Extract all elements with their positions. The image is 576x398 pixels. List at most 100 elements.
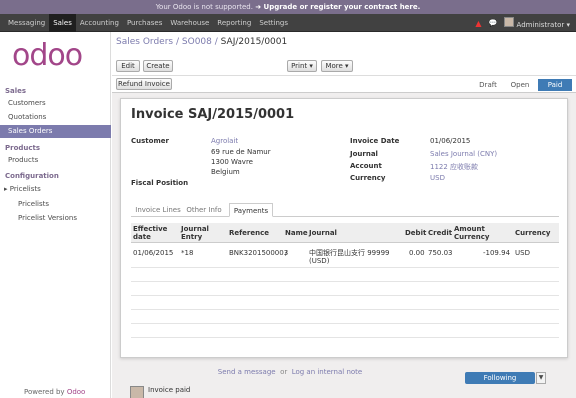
tab-payments[interactable]: Payments (229, 203, 273, 217)
sidebar-item-products[interactable]: Products (0, 154, 111, 167)
col-journal[interactable]: Journal (309, 229, 337, 237)
sidebar-group-pricelists[interactable]: ▸ Pricelists (0, 183, 111, 196)
col-reference[interactable]: Reference (229, 229, 269, 237)
sidebar-item-quotations[interactable]: Quotations (0, 111, 111, 124)
menu-purchases[interactable]: Purchases (123, 14, 166, 32)
upgrade-link[interactable]: ➜ Upgrade or register your contract here… (255, 3, 420, 11)
sidebar-group-label: Pricelists (9, 185, 41, 193)
user-name: Administrator (516, 21, 565, 29)
breadcrumb-sales-orders[interactable]: Sales Orders (116, 37, 173, 47)
odoo-logo[interactable]: odoo (12, 38, 83, 73)
tab-other-info[interactable]: Other Info (183, 203, 225, 217)
warning-text: Your Odoo is not supported. (155, 3, 253, 11)
top-right-area: ▲ 💬 Administrator ▾ (475, 14, 570, 32)
menu-accounting[interactable]: Accounting (76, 14, 123, 32)
chatter: Send a message or Log an internal note I… (120, 364, 568, 398)
chat-icon[interactable]: 💬 (489, 19, 498, 27)
invoice-date-value: 01/06/2015 (430, 137, 471, 145)
user-menu[interactable]: Administrator ▾ (504, 17, 570, 29)
account-label: Account (350, 162, 382, 170)
menu-settings[interactable]: Settings (255, 14, 292, 32)
chevron-down-icon: ▼ (538, 374, 544, 381)
sidebar-item-customers[interactable]: Customers (0, 97, 111, 110)
customer-label: Customer (131, 137, 169, 145)
top-menu-bar: Messaging Sales Accounting Purchases War… (0, 14, 576, 32)
sidebar: odoo Sales Customers Quotations Sales Or… (0, 32, 111, 398)
customer-address-city: 1300 Wavre (211, 158, 253, 166)
stage-paid: Paid (538, 79, 572, 91)
row-divider (131, 295, 559, 296)
cell-name: / (285, 249, 288, 257)
sidebar-item-pricelist-versions[interactable]: Pricelist Versions (0, 212, 111, 225)
col-credit[interactable]: Credit (428, 229, 452, 237)
col-debit[interactable]: Debit (405, 229, 426, 237)
user-avatar (504, 17, 515, 27)
breadcrumb-sep: / (175, 37, 180, 47)
breadcrumb-current: SAJ/2015/0001 (220, 37, 288, 47)
send-message-link[interactable]: Send a message (218, 368, 276, 376)
menu-reporting[interactable]: Reporting (213, 14, 255, 32)
menu-sales[interactable]: Sales (49, 14, 76, 32)
invoice-form-sheet: Invoice SAJ/2015/0001 Customer Agrolait … (120, 98, 568, 358)
invoice-date-label: Invoice Date (350, 137, 400, 145)
currency-link[interactable]: USD (430, 174, 445, 182)
form-tabs: Invoice Lines Other Info Payments (131, 203, 559, 217)
row-divider (131, 337, 559, 338)
customer-address-street: 69 rue de Namur (211, 148, 271, 156)
sidebar-item-pricelists[interactable]: Pricelists (0, 198, 111, 211)
sidebar-section-products: Products (5, 144, 41, 152)
sidebar-item-sales-orders[interactable]: Sales Orders (0, 125, 111, 138)
row-divider (131, 267, 559, 268)
logo-text: odoo (12, 38, 83, 73)
message-avatar (130, 386, 144, 398)
chatter-actions: Send a message or Log an internal note (120, 368, 460, 380)
edit-button[interactable]: Edit (116, 60, 140, 72)
cell-currency: USD (515, 249, 530, 257)
customer-address-country: Belgium (211, 168, 240, 176)
cell-journal: 中国银行昆山支行 99999 (USD) (309, 249, 390, 265)
tab-invoice-lines[interactable]: Invoice Lines (135, 203, 181, 217)
sidebar-section-sales: Sales (5, 87, 27, 95)
col-amount-currency[interactable]: Amount Currency (454, 225, 494, 241)
col-name[interactable]: Name (285, 229, 308, 237)
menu-warehouse[interactable]: Warehouse (166, 14, 213, 32)
breadcrumb-so008[interactable]: SO008 (182, 37, 212, 47)
cell-amount-currency: -109.94 (483, 249, 511, 257)
stage-open: Open (510, 81, 530, 89)
row-divider (131, 309, 559, 310)
row-divider (131, 281, 559, 282)
main-content: Sales Orders / SO008 / SAJ/2015/0001 Edi… (112, 32, 576, 398)
breadcrumb: Sales Orders / SO008 / SAJ/2015/0001 (116, 37, 287, 47)
create-button[interactable]: Create (143, 60, 173, 72)
warning-bar: Your Odoo is not supported. ➜ Upgrade or… (0, 0, 576, 14)
col-journal-entry[interactable]: Journal Entry (181, 225, 211, 241)
powered-brand-link[interactable]: Odoo (67, 388, 86, 396)
alert-icon[interactable]: ▲ (475, 19, 481, 28)
cell-journal-entry: *18 (181, 249, 194, 257)
col-effective-date[interactable]: Effective date (133, 225, 167, 241)
chevron-down-icon: ▾ (566, 21, 570, 29)
currency-label: Currency (350, 174, 386, 182)
message-title: Invoice paid (148, 386, 191, 394)
payments-table-header: Effective date Journal Entry Reference N… (131, 223, 559, 243)
following-button[interactable]: Following (465, 372, 535, 384)
customer-link[interactable]: Agrolait (211, 137, 238, 145)
account-link[interactable]: 1122 应收账款 (430, 162, 478, 172)
powered-label: Powered by (24, 388, 65, 396)
top-menu: Messaging Sales Accounting Purchases War… (4, 14, 292, 32)
following-dropdown[interactable]: ▼ (536, 372, 546, 384)
cell-credit: 750.03 (428, 249, 453, 257)
log-note-link[interactable]: Log an internal note (292, 368, 363, 376)
menu-messaging[interactable]: Messaging (4, 14, 49, 32)
more-button[interactable]: More ▾ (321, 60, 353, 72)
cell-reference: BNK3201500003 (229, 249, 289, 257)
row-divider (131, 323, 559, 324)
sidebar-section-configuration: Configuration (5, 172, 59, 180)
invoice-title: Invoice SAJ/2015/0001 (131, 107, 295, 122)
journal-label: Journal (350, 150, 378, 158)
col-currency[interactable]: Currency (515, 229, 550, 237)
refund-invoice-button[interactable]: Refund Invoice (116, 78, 172, 90)
cell-debit: 0.00 (409, 249, 425, 257)
print-button[interactable]: Print ▾ (287, 60, 317, 72)
journal-link[interactable]: Sales Journal (CNY) (430, 150, 497, 158)
